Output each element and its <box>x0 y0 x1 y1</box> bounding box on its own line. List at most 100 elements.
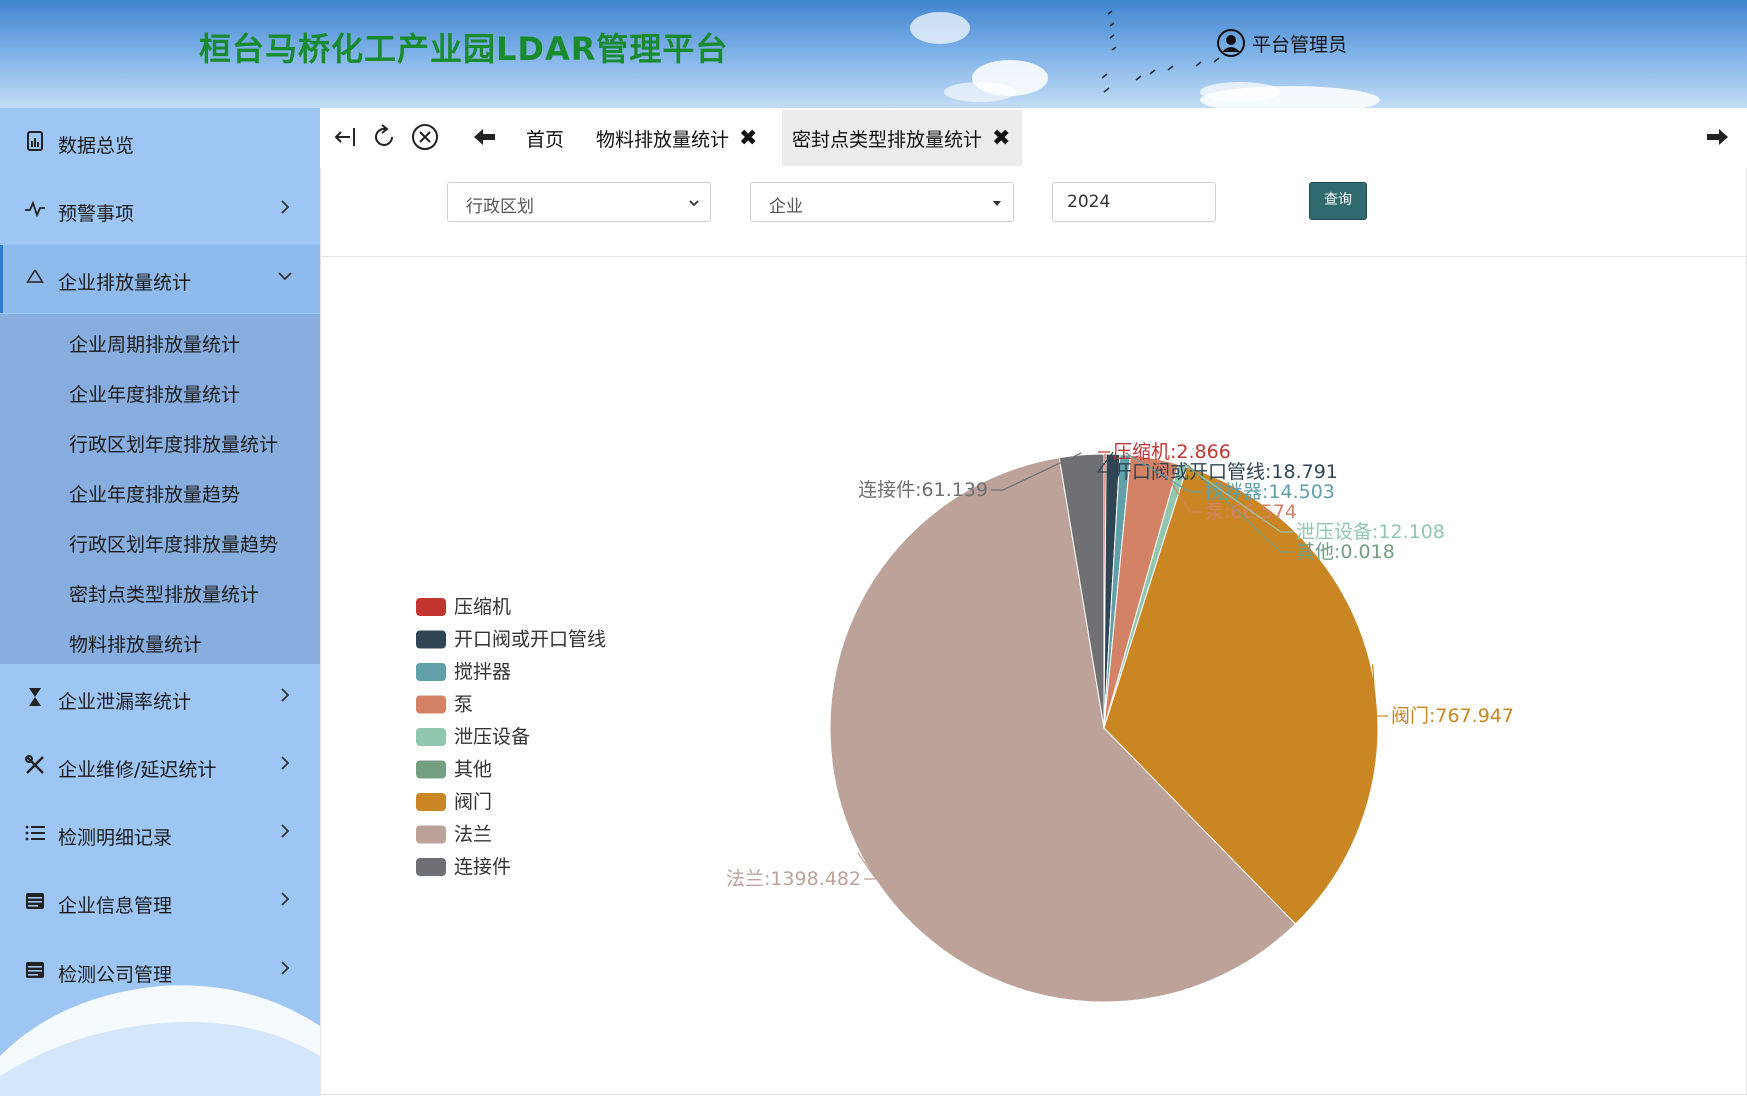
refresh-icon[interactable] <box>370 122 400 152</box>
chevron-right-icon <box>281 892 290 906</box>
close-icon[interactable]: ✖ <box>739 126 757 151</box>
legend-item[interactable]: 泵 <box>416 694 473 716</box>
sidebar-item-label: 预警事项 <box>58 203 135 225</box>
legend-swatch <box>416 695 446 714</box>
legend-item[interactable]: 泄压设备 <box>416 726 530 748</box>
pulse-icon <box>25 200 45 218</box>
pie-data-label: 泄压设备:12.108 <box>1296 521 1445 543</box>
tab-label: 首页 <box>525 128 564 151</box>
submenu-item-company-trend[interactable]: 企业年度排放量趋势 <box>69 480 240 507</box>
chevron-right-icon <box>281 200 290 214</box>
legend-swatch <box>416 825 446 844</box>
sidebar-item-label: 数据总览 <box>58 135 135 157</box>
arrow-right-icon[interactable] <box>1702 122 1732 152</box>
sidebar-item-label: 企业信息管理 <box>58 895 173 917</box>
legend-item[interactable]: 法兰 <box>416 824 492 846</box>
pie-data-label: 连接件:61.139 <box>858 479 988 501</box>
chart-icon <box>27 131 43 151</box>
legend-label: 搅拌器 <box>454 661 511 683</box>
legend-swatch <box>416 793 446 811</box>
submenu-item-company-period[interactable]: 企业周期排放量统计 <box>69 330 240 357</box>
legend-swatch <box>416 598 446 616</box>
user-avatar-icon <box>1217 29 1245 57</box>
legend-label: 泵 <box>454 694 473 716</box>
legend-item[interactable]: 搅拌器 <box>416 661 511 683</box>
query-button[interactable]: 查询 <box>1309 182 1367 220</box>
chevron-right-icon <box>281 756 290 770</box>
sidebar-item-leak-rate[interactable]: 企业泄漏率统计 <box>0 664 320 732</box>
chevron-right-icon <box>281 961 290 975</box>
legend-swatch <box>416 728 446 746</box>
submenu-item-company-annual[interactable]: 企业年度排放量统计 <box>69 380 240 407</box>
legend-item[interactable]: 开口阀或开口管线 <box>416 629 606 651</box>
region-select[interactable]: 行政区划 <box>447 182 711 222</box>
pie-data-label: 泵:66.574 <box>1205 501 1297 523</box>
legend-label: 其他 <box>454 759 492 781</box>
arrow-left-icon[interactable] <box>470 122 500 152</box>
caret-down-icon <box>993 201 1001 206</box>
pie-data-label: 法兰:1398.482 <box>726 868 861 890</box>
sidebar-item-detection-records[interactable]: 检测明细记录 <box>0 800 320 868</box>
sidebar-item-label: 企业泄漏率统计 <box>58 691 192 713</box>
card-icon <box>26 962 44 978</box>
card-icon <box>26 893 44 909</box>
sidebar-item-label: 企业维修/延迟统计 <box>58 759 217 781</box>
app-title: 桓台马桥化工产业园LDAR管理平台 <box>199 30 729 68</box>
chevron-right-icon <box>281 824 290 838</box>
sidebar-item-emission-stats[interactable]: 企业排放量统计 <box>0 245 320 313</box>
legend-item[interactable]: 其他 <box>416 759 492 781</box>
close-all-tabs-icon[interactable] <box>410 122 440 152</box>
tab-bar: 首页 物料排放量统计 ✖ 密封点类型排放量统计 ✖ <box>320 108 1747 169</box>
tab-material-emission[interactable]: 物料排放量统计 ✖ <box>590 110 765 166</box>
sidebar-item-data-overview[interactable]: 数据总览 <box>0 108 320 176</box>
list-icon <box>25 825 45 841</box>
tab-home[interactable]: 首页 <box>508 110 582 166</box>
app-header: 桓台马桥化工产业园LDAR管理平台 平台管理员 <box>0 0 1747 108</box>
chevron-down-icon <box>689 200 699 207</box>
region-select-value: 行政区划 <box>466 197 534 217</box>
legend-item[interactable]: 连接件 <box>416 856 511 878</box>
submenu-item-material[interactable]: 物料排放量统计 <box>69 630 202 657</box>
tab-seal-type-emission[interactable]: 密封点类型排放量统计 ✖ <box>782 110 1023 166</box>
submenu-emission-stats: 企业周期排放量统计 企业年度排放量统计 行政区划年度排放量统计 企业年度排放量趋… <box>0 314 320 664</box>
year-input[interactable]: 2024 <box>1052 182 1216 222</box>
legend-label: 开口阀或开口管线 <box>454 629 606 651</box>
hourglass-icon <box>29 688 41 706</box>
company-select[interactable]: 企业 <box>750 182 1014 222</box>
sidebar-item-company-info[interactable]: 企业信息管理 <box>0 868 320 936</box>
legend-label: 阀门 <box>454 791 492 813</box>
close-icon[interactable]: ✖ <box>992 126 1010 151</box>
legend-label: 泄压设备 <box>454 726 530 748</box>
legend-label: 连接件 <box>454 856 511 878</box>
submenu-item-seal-type[interactable]: 密封点类型排放量统计 <box>69 580 259 607</box>
main-content: 行政区划 企业 2024 查询 压缩机:2.866 开口阀或开口管线:18.791… <box>320 168 1747 1095</box>
chevron-right-icon <box>281 688 290 702</box>
pie-data-label: 其他:0.018 <box>1296 541 1395 563</box>
filter-bar: 行政区划 企业 2024 查询 <box>321 168 1746 257</box>
pie-data-label: 压缩机:2.866 <box>1113 441 1231 463</box>
legend-swatch <box>416 858 446 876</box>
sidebar: 数据总览 预警事项 企业排放量统计 企业周期排放量统计 企业年度排放量统计 行政… <box>0 108 320 1096</box>
submenu-item-region-trend[interactable]: 行政区划年度排放量趋势 <box>69 530 278 557</box>
legend-label: 压缩机 <box>454 596 511 618</box>
legend-swatch <box>416 630 446 649</box>
chevron-down-icon <box>278 272 292 281</box>
pie-data-label: 开口阀或开口管线:18.791 <box>1113 461 1338 483</box>
seal-type-emission-pie-chart: 压缩机:2.866开口阀或开口管线:18.791搅拌器:14.503泵:66.5… <box>416 441 1514 1003</box>
sidebar-item-repair-stats[interactable]: 企业维修/延迟统计 <box>0 732 320 800</box>
user-menu[interactable]: 平台管理员 <box>1216 28 1347 58</box>
legend-swatch <box>416 663 446 681</box>
legend-item[interactable]: 压缩机 <box>416 596 511 618</box>
tab-label: 密封点类型排放量统计 <box>792 128 983 151</box>
legend-item[interactable]: 阀门 <box>416 791 492 813</box>
user-name: 平台管理员 <box>1252 33 1348 56</box>
company-select-value: 企业 <box>769 197 803 217</box>
sidebar-item-label: 检测公司管理 <box>58 964 173 986</box>
tools-icon <box>25 755 44 774</box>
sidebar-item-label: 企业排放量统计 <box>58 272 192 294</box>
collapse-sidebar-icon[interactable] <box>330 122 360 152</box>
legend-swatch <box>416 760 446 779</box>
sidebar-item-warnings[interactable]: 预警事项 <box>0 176 320 244</box>
sidebar-item-detection-company[interactable]: 检测公司管理 <box>0 937 320 1005</box>
submenu-item-region-annual[interactable]: 行政区划年度排放量统计 <box>69 430 278 457</box>
